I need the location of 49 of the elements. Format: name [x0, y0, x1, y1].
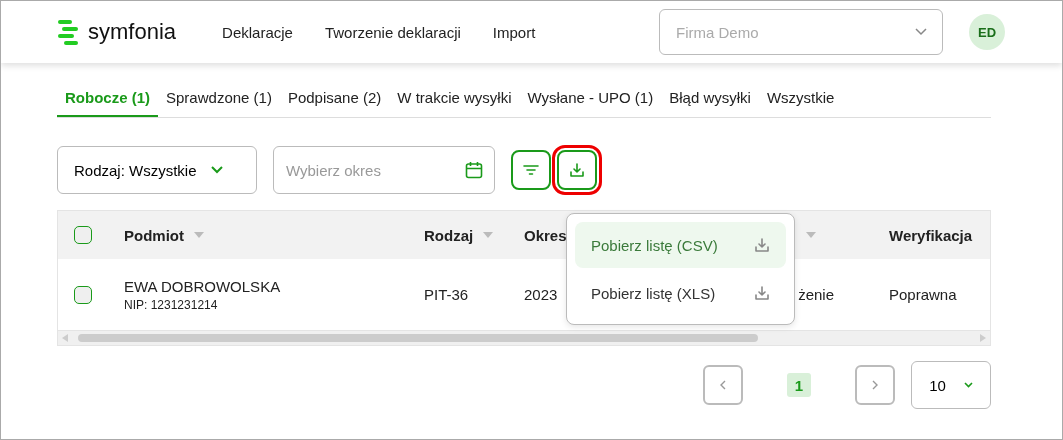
tab[interactable]: Podpisane (2): [279, 83, 390, 117]
sort-icon[interactable]: [194, 232, 204, 238]
company-select[interactable]: Firma Demo: [659, 9, 943, 55]
column-header: Podmiot: [124, 226, 184, 244]
sort-icon[interactable]: [806, 232, 816, 238]
column-header: Rodzaj: [424, 226, 474, 244]
page-size-dropdown[interactable]: 10: [911, 361, 991, 409]
scroll-right-icon[interactable]: [980, 334, 986, 342]
calendar-icon: [465, 161, 483, 179]
tab[interactable]: Sprawdzone (1): [158, 83, 280, 117]
scroll-left-icon[interactable]: [62, 334, 68, 342]
user-avatar[interactable]: ED: [969, 14, 1005, 50]
next-page-button[interactable]: [855, 365, 895, 405]
tab[interactable]: Błąd wysyłki: [661, 83, 759, 117]
logo-icon: [58, 19, 80, 45]
download-icon: [569, 162, 585, 178]
filter-icon: [523, 164, 539, 176]
table-cell: Poprawna: [889, 286, 957, 303]
tab[interactable]: Wszystkie: [758, 83, 843, 117]
tab[interactable]: Robocze (1): [57, 83, 158, 117]
chevron-down-icon: [210, 166, 223, 174]
chevron-left-icon: [720, 380, 726, 390]
checkbox[interactable]: [74, 285, 92, 304]
column-header: Weryfikacja: [889, 226, 973, 244]
period-field[interactable]: Wybierz okres: [273, 146, 495, 194]
nav-link[interactable]: Tworzenie deklaracji: [324, 23, 461, 41]
filter-button[interactable]: [511, 150, 551, 190]
table-cell-text: NIP: 1231231214: [124, 297, 219, 312]
logo-text: symfonia: [88, 19, 177, 45]
horizontal-scrollbar[interactable]: [58, 331, 990, 345]
table-cell: PIT-36: [424, 286, 469, 303]
nav-link[interactable]: Import: [492, 23, 536, 41]
tab[interactable]: Wysłane - UPO (1): [519, 83, 662, 117]
table-cell: 2023: [524, 286, 558, 303]
type-dropdown[interactable]: Rodzaj: Wszystkie: [57, 146, 257, 194]
menu-item[interactable]: Pobierz listę (CSV): [575, 222, 786, 268]
column-header: Okres: [524, 226, 567, 244]
checkbox[interactable]: [74, 226, 92, 244]
chevron-down-icon: [963, 382, 973, 388]
chevron-down-icon: [915, 28, 927, 36]
table-cell-text: EWA DOBROWOLSKA: [124, 277, 282, 295]
nav-link[interactable]: Deklaracje: [222, 23, 293, 41]
tab[interactable]: W trakcie wysyłki: [389, 83, 520, 117]
table-cell: żenie: [798, 286, 834, 303]
previous-page-button[interactable]: [703, 365, 743, 405]
chevron-right-icon: [872, 380, 878, 390]
download-icon: [754, 237, 770, 253]
sort-icon[interactable]: [483, 232, 494, 238]
download-icon: [754, 285, 770, 301]
